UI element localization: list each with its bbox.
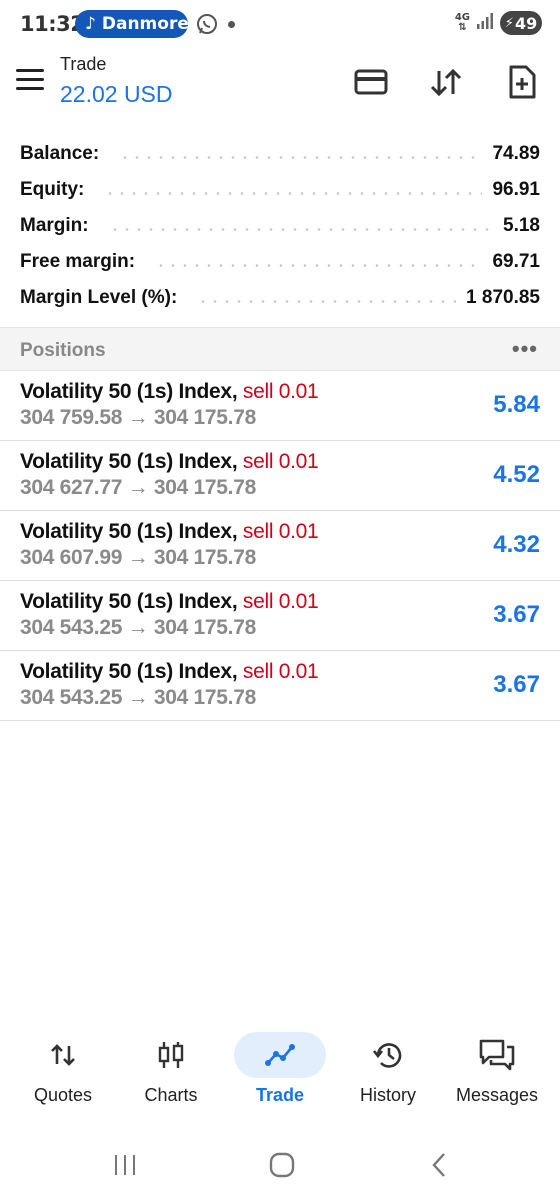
position-side: sell 0.01 (242, 520, 319, 543)
battery-level: 49 (514, 13, 538, 33)
equity-label: Equity: (20, 179, 85, 200)
position-symbol: Volatility 50 (1s) Index, (20, 590, 238, 613)
position-symbol: Volatility 50 (1s) Index, (20, 380, 238, 403)
trade-line-icon (234, 1032, 326, 1078)
position-prices: 304 607.99 → 304 175.78 (20, 546, 256, 569)
menu-icon[interactable] (16, 69, 44, 91)
dot-leader (104, 191, 483, 195)
equity-value: 96.91 (492, 179, 540, 200)
position-row[interactable]: Volatility 50 (1s) Index, sell 0.01 304 … (0, 441, 560, 511)
position-title: Volatility 50 (1s) Index, sell 0.01 (20, 380, 319, 404)
position-profit: 4.52 (493, 461, 540, 488)
candlestick-icon (125, 1032, 217, 1078)
positions-header: Positions ••• (0, 327, 560, 371)
position-profit: 5.84 (493, 391, 540, 418)
nav-messages[interactable]: Messages (441, 1030, 553, 1120)
nav-quotes-label: Quotes (33, 1085, 93, 1105)
summary-row-free-margin: Free margin: 69.71 (0, 244, 560, 280)
nav-charts-label: Charts (144, 1085, 198, 1105)
back-icon[interactable] (419, 1148, 459, 1182)
app-bar: Trade 22.02 USD (0, 52, 560, 116)
media-pill-label: Danmore (101, 14, 188, 34)
nav-charts[interactable]: Charts (115, 1030, 227, 1120)
summary-row-margin: Margin: 5.18 (0, 208, 560, 244)
dot-leader (119, 155, 483, 159)
notification-dot (228, 21, 235, 28)
nav-trade[interactable]: Trade (224, 1030, 336, 1120)
position-row[interactable]: Volatility 50 (1s) Index, sell 0.01 304 … (0, 511, 560, 581)
balance-label: Balance: (20, 143, 100, 164)
new-order-icon[interactable] (502, 62, 542, 102)
position-prices: 304 543.25 → 304 175.78 (20, 686, 256, 709)
network-label: 4G (454, 12, 470, 23)
positions-title: Positions (20, 340, 106, 361)
free-margin-label: Free margin: (20, 251, 136, 272)
position-prices: 304 627.77 → 304 175.78 (20, 476, 256, 499)
position-symbol: Volatility 50 (1s) Index, (20, 660, 238, 683)
account-profit: 22.02 USD (60, 81, 173, 107)
position-title: Volatility 50 (1s) Index, sell 0.01 (20, 450, 319, 474)
position-profit: 4.32 (493, 531, 540, 558)
position-row[interactable]: Volatility 50 (1s) Index, sell 0.01 304 … (0, 371, 560, 441)
position-row[interactable]: Volatility 50 (1s) Index, sell 0.01 304 … (0, 581, 560, 651)
nav-history-label: History (359, 1085, 416, 1105)
messages-icon (451, 1032, 543, 1078)
position-prices: 304 543.25 → 304 175.78 (20, 616, 256, 639)
margin-label: Margin: (20, 215, 89, 236)
margin-level-label: Margin Level (%): (20, 287, 178, 308)
nav-trade-label: Trade (255, 1085, 305, 1105)
position-side: sell 0.01 (242, 380, 319, 403)
media-pill[interactable]: ♪ Danmore (75, 10, 188, 38)
position-side: sell 0.01 (242, 450, 319, 473)
position-profit: 3.67 (493, 671, 540, 698)
position-title: Volatility 50 (1s) Index, sell 0.01 (20, 590, 319, 614)
bottom-nav: Quotes Charts Trade History Messages (0, 1030, 560, 1120)
position-title: Volatility 50 (1s) Index, sell 0.01 (20, 520, 319, 544)
home-icon[interactable] (262, 1148, 302, 1182)
dot-leader (108, 227, 494, 231)
nav-messages-label: Messages (455, 1085, 539, 1105)
position-side: sell 0.01 (242, 590, 319, 613)
system-nav-bar (0, 1138, 560, 1192)
whatsapp-icon (195, 12, 219, 41)
network-type: 4G ⇅ (454, 12, 470, 33)
summary-row-margin-level: Margin Level (%): 1 870.85 (0, 280, 560, 316)
position-side: sell 0.01 (242, 660, 319, 683)
history-clock-icon (342, 1032, 434, 1078)
balance-value: 74.89 (492, 143, 540, 164)
position-row[interactable]: Volatility 50 (1s) Index, sell 0.01 304 … (0, 651, 560, 721)
nav-history[interactable]: History (332, 1030, 444, 1120)
music-note-icon: ♪ (85, 14, 96, 34)
signal-icon (476, 12, 494, 35)
summary-row-equity: Equity: 96.91 (0, 172, 560, 208)
card-icon[interactable] (351, 62, 391, 102)
positions-list: Volatility 50 (1s) Index, sell 0.01 304 … (0, 371, 560, 721)
position-profit: 3.67 (493, 601, 540, 628)
quotes-arrows-icon (17, 1032, 109, 1078)
summary-row-balance: Balance: 74.89 (0, 136, 560, 172)
margin-value: 5.18 (503, 215, 540, 236)
title-block: Trade 22.02 USD (60, 54, 173, 108)
more-options-icon[interactable]: ••• (512, 336, 538, 362)
battery-icon: ⚡ 49 (500, 11, 542, 35)
dot-leader (197, 299, 457, 303)
position-title: Volatility 50 (1s) Index, sell 0.01 (20, 660, 319, 684)
charging-icon: ⚡ (504, 15, 514, 31)
page-title: Trade (60, 54, 107, 74)
sort-arrows-icon[interactable] (426, 62, 466, 102)
position-symbol: Volatility 50 (1s) Index, (20, 520, 238, 543)
position-symbol: Volatility 50 (1s) Index, (20, 450, 238, 473)
dot-leader (155, 263, 483, 267)
position-prices: 304 759.58 → 304 175.78 (20, 406, 256, 429)
nav-quotes[interactable]: Quotes (7, 1030, 119, 1120)
free-margin-value: 69.71 (492, 251, 540, 272)
status-bar: 11:32 ♪ Danmore 4G ⇅ ⚡ 49 (0, 0, 560, 48)
account-summary: Balance: 74.89 Equity: 96.91 Margin: 5.1… (0, 136, 560, 316)
recent-apps-icon[interactable] (105, 1148, 145, 1182)
margin-level-value: 1 870.85 (466, 287, 540, 308)
